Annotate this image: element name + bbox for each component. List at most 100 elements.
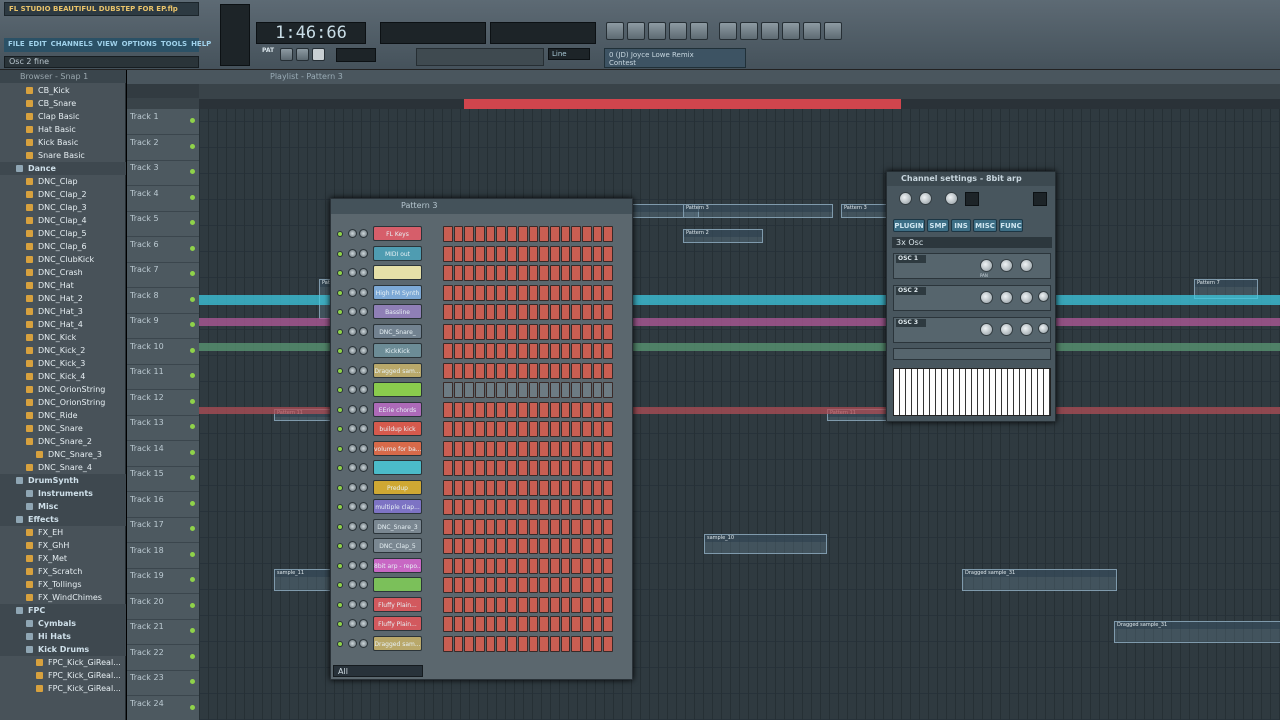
track-mute-led[interactable] (190, 679, 195, 684)
step-button[interactable] (485, 479, 496, 496)
step-button[interactable] (581, 557, 592, 574)
browser-item[interactable]: DNC_Clap_2 (0, 188, 126, 201)
step-button[interactable] (539, 596, 549, 613)
wave-editor-icon[interactable] (761, 22, 779, 40)
step-button[interactable] (603, 440, 613, 457)
step-button[interactable] (507, 577, 517, 593)
browser-item[interactable]: DNC_Kick_4 (0, 370, 126, 383)
pitch-knob[interactable] (945, 192, 958, 205)
channel-pan-knob[interactable] (348, 248, 357, 258)
step-button[interactable] (475, 245, 485, 262)
step-button[interactable] (528, 499, 539, 515)
step-button[interactable] (485, 577, 496, 593)
browser-item[interactable]: FPC_Kick_GiReal... (0, 669, 126, 682)
step-button[interactable] (560, 323, 571, 340)
step-button[interactable] (603, 401, 613, 418)
channel-pan-knob[interactable] (348, 346, 357, 355)
channel-volume-knob[interactable] (359, 638, 368, 648)
step-button[interactable] (453, 284, 464, 301)
channel-mute-led[interactable] (337, 640, 343, 647)
loop-region[interactable] (464, 99, 901, 109)
track-header[interactable]: Track 12 (127, 390, 199, 416)
step-button[interactable] (496, 557, 507, 574)
step-button[interactable] (464, 557, 475, 574)
channel-pan-knob[interactable] (348, 599, 357, 609)
step-button[interactable] (464, 479, 475, 496)
channel-button[interactable]: KickKick (373, 343, 422, 358)
step-button[interactable] (603, 226, 613, 242)
channel-volume-knob[interactable] (359, 541, 368, 550)
channel-button[interactable]: Fluffy Plain... (373, 596, 422, 612)
step-button[interactable] (453, 362, 464, 379)
track-header[interactable]: Track 6 (127, 237, 199, 263)
track-header[interactable]: Track 22 (127, 645, 199, 671)
browser-item[interactable]: DNC_Hat_3 (0, 305, 126, 318)
step-button[interactable] (496, 460, 507, 476)
step-button[interactable] (517, 635, 528, 652)
osc-2-fine-knob[interactable] (1038, 291, 1049, 302)
channel-pan-knob[interactable] (348, 326, 357, 336)
menu-file[interactable]: FILE (8, 40, 25, 50)
browser-item[interactable]: FPC_Kick_GiReal... (0, 682, 126, 695)
step-button[interactable] (443, 479, 453, 496)
step-button[interactable] (539, 226, 549, 242)
channel-mute-led[interactable] (337, 367, 343, 374)
step-button[interactable] (603, 538, 613, 554)
step-button[interactable] (443, 460, 453, 476)
step-button[interactable] (485, 635, 496, 652)
channel-mute-led[interactable] (337, 601, 343, 608)
step-button[interactable] (528, 226, 539, 242)
channel-button[interactable]: DNC_Clap_5 (373, 538, 422, 553)
step-button[interactable] (571, 479, 581, 496)
track-mute-led[interactable] (190, 424, 195, 429)
channel-mute-led[interactable] (337, 289, 343, 296)
step-button[interactable] (453, 616, 464, 632)
step-button[interactable] (464, 245, 475, 262)
step-button[interactable] (549, 596, 560, 613)
step-button[interactable] (443, 538, 453, 554)
channel-button[interactable]: Dragged sam... (373, 635, 422, 651)
step-button[interactable] (528, 635, 539, 652)
step-button[interactable] (560, 479, 571, 496)
step-button[interactable] (592, 284, 603, 301)
menu-help[interactable]: HELP (191, 40, 211, 50)
step-button[interactable] (581, 479, 592, 496)
track-mute-led[interactable] (190, 526, 195, 531)
step-button[interactable] (592, 479, 603, 496)
step-button[interactable] (464, 421, 475, 437)
step-button[interactable] (571, 421, 581, 437)
step-button[interactable] (539, 635, 549, 652)
channel-pan-knob[interactable] (348, 482, 357, 492)
step-button[interactable] (581, 440, 592, 457)
step-button[interactable] (485, 304, 496, 320)
track-header[interactable]: Track 11 (127, 364, 199, 390)
step-button[interactable] (475, 596, 485, 613)
browser-item[interactable]: Kick Basic (0, 136, 126, 149)
step-button[interactable] (496, 635, 507, 652)
track-header[interactable]: Track 24 (127, 696, 199, 720)
step-button[interactable] (507, 265, 517, 281)
step-button[interactable] (549, 460, 560, 476)
step-button[interactable] (496, 382, 507, 398)
step-button[interactable] (571, 518, 581, 535)
track-header[interactable]: Track 14 (127, 441, 199, 467)
step-button[interactable] (485, 284, 496, 301)
track-header[interactable]: Track 15 (127, 466, 199, 492)
step-button[interactable] (592, 421, 603, 437)
step-button[interactable] (507, 284, 517, 301)
step-button[interactable] (539, 460, 549, 476)
step-button[interactable] (539, 616, 549, 632)
step-button[interactable] (464, 538, 475, 554)
step-button[interactable] (475, 284, 485, 301)
track-header[interactable]: Track 4 (127, 186, 199, 212)
channel-mute-led[interactable] (337, 426, 343, 432)
osc-1-fine-knob[interactable] (1020, 259, 1033, 272)
step-button[interactable] (517, 616, 528, 632)
step-button[interactable] (571, 401, 581, 418)
step-button[interactable] (517, 557, 528, 574)
track-mute-led[interactable] (190, 704, 195, 710)
step-button[interactable] (581, 304, 592, 320)
tab-plugin[interactable]: PLUGIN (893, 219, 925, 232)
track-header[interactable]: Track 2 (127, 135, 199, 161)
channel-pan-knob[interactable] (348, 229, 357, 238)
